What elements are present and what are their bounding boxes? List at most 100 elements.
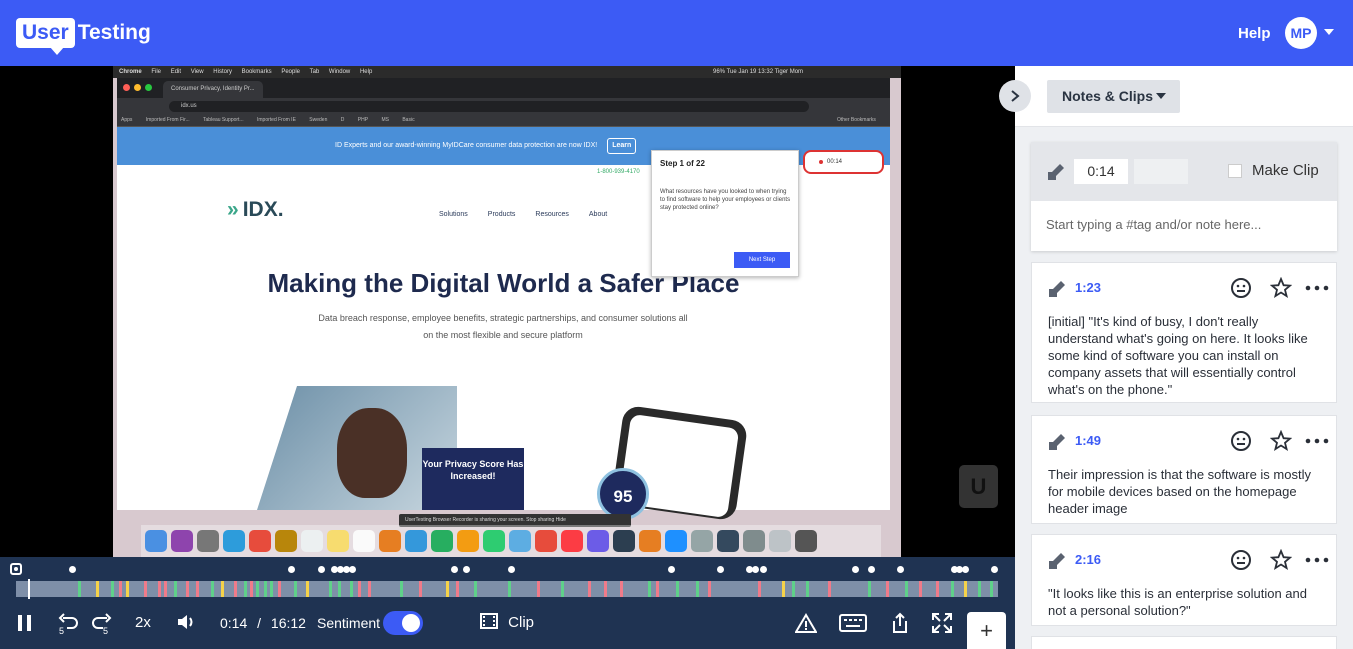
panel-header: Notes & Clips (1015, 66, 1353, 127)
speed-button[interactable]: 2x (135, 614, 151, 631)
sentiment-marker[interactable] (752, 566, 759, 573)
note-timestamp[interactable]: 1:49 (1075, 433, 1101, 448)
terminal-icon (717, 530, 739, 552)
note-card[interactable] (1031, 636, 1337, 649)
fullscreen-icon (932, 613, 952, 633)
site-subtitle: Data breach response, employee benefits,… (318, 313, 688, 340)
music-icon (561, 530, 583, 552)
sentiment-marker[interactable] (463, 566, 470, 573)
timeline-sentiment-segment (174, 581, 177, 597)
sentiment-marker[interactable] (852, 566, 859, 573)
usertesting-logo[interactable]: User Testing (16, 16, 151, 55)
folder-icon (769, 530, 791, 552)
timeline-sentiment-segment (456, 581, 459, 597)
menubar-item: Chrome (119, 69, 142, 75)
chevron-right-icon (1011, 90, 1020, 102)
sentiment-marker[interactable] (962, 566, 969, 573)
timeline-sentiment-segment (78, 581, 81, 597)
timeline-sentiment-segment (244, 581, 247, 597)
note-pen-icon (1049, 281, 1065, 297)
mac-dock (141, 525, 881, 557)
browser-tab: Consumer Privacy, Identity Pr... (163, 81, 263, 98)
sentiment-marker[interactable] (69, 566, 76, 573)
star-app-icon (587, 530, 609, 552)
sentiment-face-icon[interactable] (1230, 430, 1252, 452)
star-icon[interactable] (1270, 549, 1292, 571)
more-options-icon[interactable] (1304, 549, 1330, 571)
clip-start-time[interactable]: 0:14 (1074, 159, 1128, 184)
clip-button[interactable]: Clip (480, 613, 534, 631)
more-options-icon[interactable] (1304, 430, 1330, 452)
menubar-item: People (281, 69, 300, 75)
chevron-down-icon[interactable] (1324, 29, 1334, 35)
playhead[interactable] (28, 579, 30, 599)
sentiment-toggle[interactable] (383, 611, 423, 635)
chrome-icon (249, 530, 271, 552)
timeline-sentiment-segment (648, 581, 651, 597)
start-marker-icon[interactable] (10, 563, 22, 575)
timeline-sentiment-segment (306, 581, 309, 597)
sentiment-marker[interactable] (897, 566, 904, 573)
sentiment-face-icon[interactable] (1230, 277, 1252, 299)
note-composer: 0:14 Make Clip Start typing a #tag and/o… (1031, 142, 1337, 251)
site-nav-item: Products (487, 211, 516, 218)
video-player[interactable]: Chrome File Edit View History Bookmarks … (0, 66, 1015, 557)
note-timestamp[interactable]: 2:16 (1075, 552, 1101, 567)
pause-button[interactable] (17, 614, 33, 636)
recording-indicator: 00:14 (803, 150, 884, 174)
timeline-sentiment-segment (446, 581, 449, 597)
keyboard-shortcuts-button[interactable] (839, 614, 867, 636)
make-clip-checkbox[interactable] (1228, 164, 1242, 178)
window-controls (123, 84, 152, 91)
star-icon[interactable] (1270, 430, 1292, 452)
note-timestamp[interactable]: 1:23 (1075, 280, 1101, 295)
note-card[interactable]: 1:49 Their impression is that the softwa… (1031, 415, 1337, 524)
sentiment-face-icon[interactable] (1230, 549, 1252, 571)
preview-icon (743, 530, 765, 552)
banner-learn-button: Learn (607, 138, 637, 154)
timeline-sentiment-segment (964, 581, 967, 597)
sentiment-marker[interactable] (668, 566, 675, 573)
timeline-sentiment-segment (676, 581, 679, 597)
collapse-panel-button[interactable] (999, 80, 1031, 112)
help-link[interactable]: Help (1238, 25, 1271, 42)
timeline-scrubber[interactable] (16, 581, 998, 597)
clip-end-time[interactable] (1134, 159, 1188, 184)
sentiment-marker[interactable] (451, 566, 458, 573)
siri-icon (171, 530, 193, 552)
note-card[interactable]: 2:16 "It looks like this is an enterpris… (1031, 534, 1337, 626)
sentiment-marker[interactable] (760, 566, 767, 573)
sentiment-marker[interactable] (508, 566, 515, 573)
note-card[interactable]: 1:23 [initial] "It's kind of busy, I don… (1031, 262, 1337, 403)
report-issue-button[interactable] (794, 613, 818, 637)
timeline-sentiment-segment (196, 581, 199, 597)
notes-clips-dropdown[interactable]: Notes & Clips (1047, 80, 1180, 113)
sentiment-marker[interactable] (717, 566, 724, 573)
sentiment-marker[interactable] (349, 566, 356, 573)
timeline-sentiment-segment (588, 581, 591, 597)
rewind-5-button[interactable]: 5 (57, 612, 79, 638)
time-separator: / (257, 615, 262, 631)
add-note-button[interactable]: + (967, 612, 1006, 649)
fullscreen-button[interactable] (932, 613, 952, 637)
task-step-popup: Step 1 of 22 What resources have you loo… (651, 150, 799, 277)
more-options-icon[interactable] (1304, 277, 1330, 299)
timeline-sentiment-segment (221, 581, 224, 597)
bookmark-item: Apps (121, 117, 133, 123)
sentiment-marker[interactable] (991, 566, 998, 573)
forward-5-button[interactable]: 5 (91, 612, 113, 638)
sentiment-marker[interactable] (288, 566, 295, 573)
top-bar: User Testing Help MP (0, 0, 1353, 66)
bookmark-item: Sweden (309, 117, 328, 123)
system-preferences-icon (691, 530, 713, 552)
url-field: idx.us (169, 101, 809, 112)
note-input[interactable]: Start typing a #tag and/or note here... (1046, 217, 1261, 232)
sentiment-marker[interactable] (868, 566, 875, 573)
timeline-sentiment-segment (696, 581, 699, 597)
note-pen-icon (1049, 553, 1065, 569)
avatar[interactable]: MP (1285, 17, 1317, 49)
volume-button[interactable] (176, 612, 198, 636)
star-icon[interactable] (1270, 277, 1292, 299)
share-button[interactable] (891, 612, 909, 638)
sentiment-marker[interactable] (318, 566, 325, 573)
